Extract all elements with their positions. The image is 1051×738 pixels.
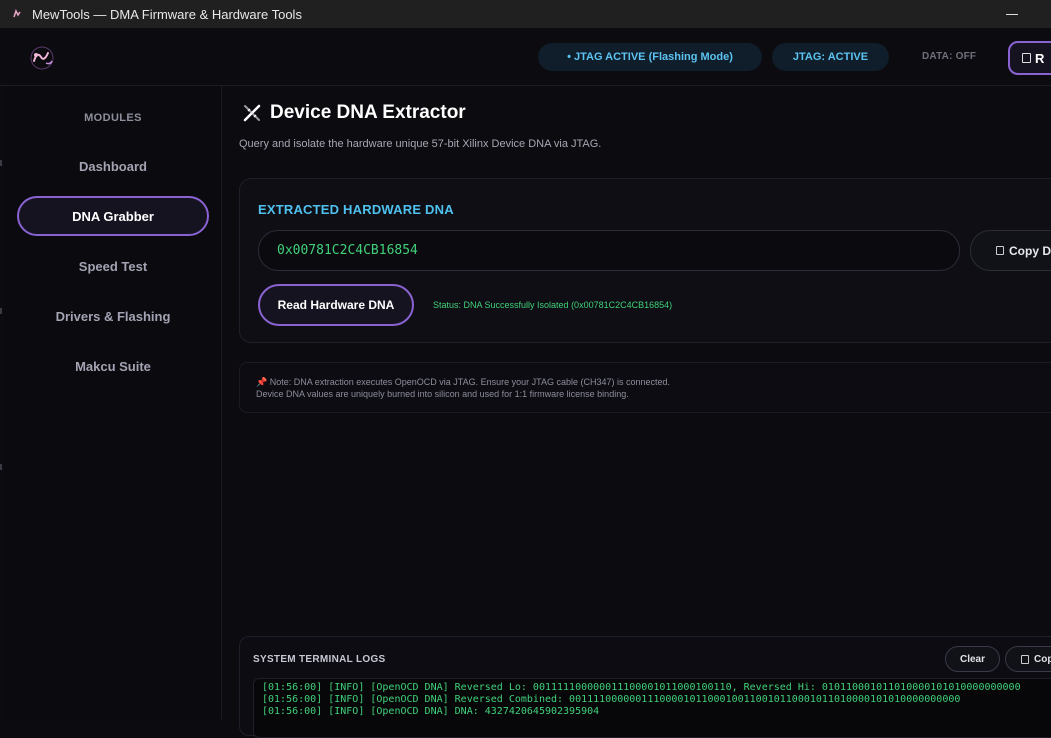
log-line: [01:56:00] [INFO] [OpenOCD DNA] Reversed… [262,682,1021,693]
page-title: Device DNA Extractor [241,102,466,124]
copy-logs-button[interactable]: Cop [1005,646,1051,672]
sidebar-item-makcu-suite[interactable]: Makcu Suite [17,346,209,386]
sidebar-item-label: DNA Grabber [72,208,154,224]
terminal-panel: SYSTEM TERMINAL LOGS Clear Cop [01:56:00… [239,636,1051,738]
clipboard-icon [1022,53,1031,63]
window-title: MewTools — DMA Firmware & Hardware Tools [32,6,302,22]
app-logo [28,45,56,71]
sidebar: MODULES Dashboard DNA Grabber Speed Test… [4,86,222,719]
copy-dna-label: Copy DN [1009,243,1051,258]
dna-card: EXTRACTED HARDWARE DNA 0x00781C2C4CB1685… [239,178,1051,343]
log-line: [01:56:00] [INFO] [OpenOCD DNA] DNA: 432… [262,706,600,717]
page-title-text: Device DNA Extractor [270,102,466,123]
dna-icon [241,102,263,124]
page-subtitle: Query and isolate the hardware unique 57… [239,138,602,150]
data-status: DATA: OFF [922,51,977,62]
sidebar-item-dna-grabber[interactable]: DNA Grabber [17,196,209,236]
header-action-button[interactable]: R [1008,41,1051,75]
window-edge-mark [0,464,2,470]
clipboard-icon [1021,654,1029,664]
app-icon [12,9,22,19]
sidebar-item-label: Speed Test [78,258,148,274]
read-hardware-dna-button[interactable]: Read Hardware DNA [258,284,414,326]
window-edge-mark [0,160,2,166]
jtag-status-pill: JTAG: ACTIVE [772,43,889,71]
note-line: 📌 Note: DNA extraction executes OpenOCD … [256,377,671,387]
sidebar-item-speed-test[interactable]: Speed Test [17,246,209,286]
clear-logs-button[interactable]: Clear [945,646,1000,672]
window-titlebar: MewTools — DMA Firmware & Hardware Tools [0,0,1051,28]
app-header: • JTAG ACTIVE (Flashing Mode) JTAG: ACTI… [0,28,1051,86]
copy-dna-button[interactable]: Copy DN [970,230,1051,271]
sidebar-item-label: Drivers & Flashing [55,308,171,324]
log-line: [01:56:00] [INFO] [OpenOCD DNA] Reversed… [262,694,961,705]
minimize-icon[interactable] [1006,9,1018,19]
sidebar-item-label: Dashboard [79,158,147,174]
sidebar-item-drivers-flashing[interactable]: Drivers & Flashing [17,296,209,336]
note-line: Device DNA values are uniquely burned in… [256,389,629,399]
card-label: EXTRACTED HARDWARE DNA [258,202,454,217]
sidebar-heading: MODULES [84,112,142,124]
jtag-mode-pill: • JTAG ACTIVE (Flashing Mode) [538,43,762,71]
info-note: 📌 Note: DNA extraction executes OpenOCD … [239,362,1051,413]
dna-value-field[interactable]: 0x00781C2C4CB16854 [258,230,960,271]
main-content: Device DNA Extractor Query and isolate t… [223,86,1051,738]
sidebar-item-label: Makcu Suite [75,358,151,374]
log-output[interactable]: [01:56:00] [INFO] [OpenOCD DNA] Reversed… [253,678,1051,738]
clipboard-icon [996,246,1004,255]
terminal-title: SYSTEM TERMINAL LOGS [253,654,386,665]
header-action-label: R [1035,50,1045,66]
copy-logs-label: Cop [1034,653,1051,665]
sidebar-item-dashboard[interactable]: Dashboard [17,146,209,186]
status-text: Status: DNA Successfully Isolated (0x007… [433,300,673,310]
window-edge-mark [0,308,2,314]
